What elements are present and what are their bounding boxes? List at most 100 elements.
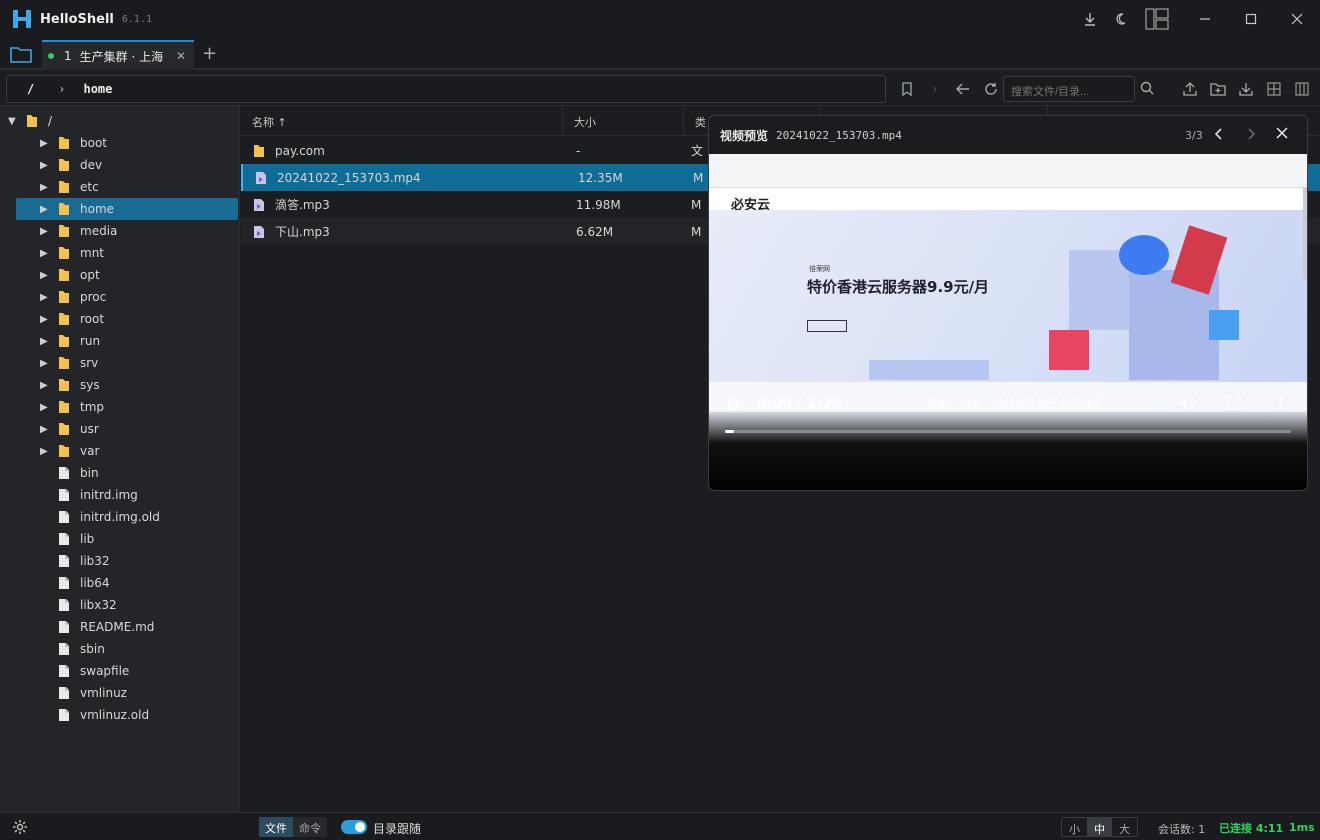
collapsed-arrow-icon[interactable]: ▶ (40, 380, 52, 391)
new-folder-icon[interactable] (1204, 82, 1232, 96)
more-options-icon[interactable] (1279, 396, 1283, 410)
tree-folder-dev[interactable]: ▶ dev (16, 154, 238, 176)
download-icon[interactable] (1080, 9, 1100, 29)
expanded-arrow-icon[interactable]: ▼ (8, 116, 20, 127)
collapsed-arrow-icon[interactable]: ▶ (40, 248, 52, 259)
connection-status: 已连接 4:11 (1219, 822, 1284, 835)
search-icon[interactable] (1140, 81, 1154, 95)
tree-label: proc (80, 290, 107, 304)
collapsed-arrow-icon[interactable]: ▶ (40, 336, 52, 347)
tree-label: media (80, 224, 118, 238)
tree-file[interactable]: lib (58, 528, 236, 550)
tree-folder-tmp[interactable]: ▶ tmp (16, 396, 238, 418)
tree-folder-run[interactable]: ▶ run (16, 330, 238, 352)
tab-bar: 1 生产集群 · 上海 ✕ + (0, 38, 1320, 70)
tree-folder-media[interactable]: ▶ media (16, 220, 238, 242)
upload-icon[interactable] (1176, 82, 1204, 96)
collapsed-arrow-icon[interactable]: ▶ (40, 402, 52, 413)
back-arrow-icon[interactable] (949, 83, 977, 95)
tree-folder-srv[interactable]: ▶ srv (16, 352, 238, 374)
tree-folder-sys[interactable]: ▶ sys (16, 374, 238, 396)
forward-icon[interactable]: › (921, 82, 949, 96)
tree-file[interactable]: lib32 (58, 550, 236, 572)
collapsed-arrow-icon[interactable]: ▶ (40, 160, 52, 171)
refresh-icon[interactable] (977, 82, 1005, 96)
gear-icon[interactable] (12, 819, 28, 835)
tree-file[interactable]: initrd.img.old (58, 506, 236, 528)
tree-file[interactable]: libx32 (58, 594, 236, 616)
tree-folder-proc[interactable]: ▶ proc (16, 286, 238, 308)
folder-icon (58, 312, 70, 326)
breadcrumb-root[interactable]: / (27, 82, 34, 96)
layout-split-icon[interactable] (1144, 8, 1170, 30)
tree-folder-home[interactable]: ▶ home (16, 198, 238, 220)
file-name: pay.com (275, 143, 325, 158)
session-tab[interactable]: 1 生产集群 · 上海 ✕ (42, 40, 194, 70)
video-progress-track[interactable] (725, 430, 1291, 433)
tree-file[interactable]: vmlinuz (58, 682, 236, 704)
collapsed-arrow-icon[interactable]: ▶ (40, 424, 52, 435)
collapsed-arrow-icon[interactable]: ▶ (40, 358, 52, 369)
tree-file[interactable]: swapfile (58, 660, 236, 682)
columns-view-icon[interactable] (1288, 82, 1316, 96)
video-frame[interactable]: 必安云 倍荣网 特价香港云服务器9.9元/月 (709, 154, 1307, 490)
tree-label: dev (80, 158, 103, 172)
collapsed-arrow-icon[interactable]: ▶ (40, 314, 52, 325)
tree-file[interactable]: README.md (58, 616, 236, 638)
breadcrumb-current[interactable]: home (83, 82, 112, 96)
column-size[interactable]: 大小 (563, 106, 684, 136)
tree-label: initrd.img (80, 488, 138, 502)
collapsed-arrow-icon[interactable]: ▶ (40, 270, 52, 281)
close-preview-icon[interactable] (1276, 127, 1288, 139)
tree-file[interactable]: initrd.img (58, 484, 236, 506)
maximize-button[interactable] (1228, 0, 1274, 38)
search-input[interactable] (1003, 76, 1135, 102)
folder-icon (58, 444, 70, 458)
collapsed-arrow-icon[interactable]: ▶ (40, 138, 52, 149)
tree-file[interactable]: vmlinuz.old (58, 704, 236, 726)
size-medium[interactable]: 中 (1087, 818, 1112, 836)
tree-folder-mnt[interactable]: ▶ mnt (16, 242, 238, 264)
collapsed-arrow-icon[interactable]: ▶ (40, 292, 52, 303)
follow-directory-toggle[interactable] (341, 820, 367, 834)
preview-header: 视频预览 20241022_153703.mp4 3/3 (709, 116, 1307, 154)
tree-label: libx32 (80, 598, 117, 612)
collapsed-arrow-icon[interactable]: ▶ (40, 182, 52, 193)
file-icon (58, 686, 70, 700)
grid-view-icon[interactable] (1260, 82, 1288, 96)
collapsed-arrow-icon[interactable]: ▶ (40, 446, 52, 457)
pause-icon[interactable] (727, 397, 739, 411)
tree-folder-root[interactable]: ▶ root (16, 308, 238, 330)
theme-moon-icon[interactable] (1112, 9, 1132, 29)
folder-icon[interactable] (10, 45, 32, 63)
bookmark-icon[interactable] (893, 82, 921, 96)
video-frame-scrollbar (1303, 188, 1307, 280)
mode-files-tab[interactable]: 文件 (259, 817, 293, 837)
collapsed-arrow-icon[interactable]: ▶ (40, 226, 52, 237)
tree-root[interactable]: ▼ / (8, 110, 236, 132)
size-small[interactable]: 小 (1062, 818, 1087, 836)
minimize-button[interactable] (1182, 0, 1228, 38)
tree-folder-boot[interactable]: ▶ boot (16, 132, 238, 154)
mode-commands-tab[interactable]: 命令 (293, 817, 327, 837)
next-icon[interactable] (1246, 127, 1256, 141)
tree-folder-usr[interactable]: ▶ usr (16, 418, 238, 440)
previous-icon[interactable] (1214, 127, 1224, 141)
tree-file[interactable]: lib64 (58, 572, 236, 594)
fullscreen-icon[interactable] (1227, 396, 1241, 410)
size-large[interactable]: 大 (1112, 818, 1137, 836)
tree-file[interactable]: bin (58, 462, 236, 484)
volume-icon[interactable] (1179, 396, 1195, 410)
breadcrumb[interactable]: / › home (6, 75, 886, 103)
tab-close-icon[interactable]: ✕ (176, 49, 186, 63)
download-file-icon[interactable] (1232, 82, 1260, 96)
tree-folder-var[interactable]: ▶ var (16, 440, 238, 462)
file-type: M (691, 197, 702, 212)
column-name[interactable]: 名称 ↑ (241, 106, 563, 136)
tree-file[interactable]: sbin (58, 638, 236, 660)
new-tab-button[interactable]: + (202, 43, 217, 64)
tree-folder-etc[interactable]: ▶ etc (16, 176, 238, 198)
collapsed-arrow-icon[interactable]: ▶ (40, 204, 52, 215)
close-window-button[interactable] (1274, 0, 1320, 38)
tree-folder-opt[interactable]: ▶ opt (16, 264, 238, 286)
